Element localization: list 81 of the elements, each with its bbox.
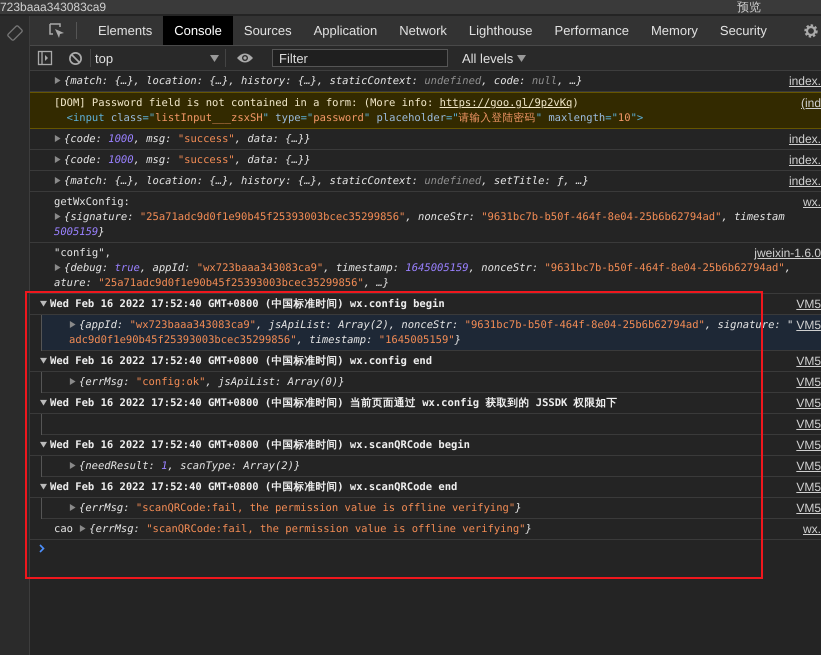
- source-link[interactable]: index.: [788, 132, 821, 147]
- source-link[interactable]: VM5: [796, 375, 821, 390]
- expand-triangle-icon[interactable]: [54, 134, 61, 142]
- panel-tab[interactable]: Memory: [640, 16, 709, 45]
- panel-tab[interactable]: Elements: [87, 16, 164, 45]
- source-link[interactable]: jweixin-1.6.0: [754, 246, 821, 261]
- inspect-icon[interactable]: [48, 22, 66, 40]
- dropdown-icon: [517, 54, 526, 62]
- source-link[interactable]: VM5: [796, 438, 821, 453]
- source-link[interactable]: (ind: [800, 96, 821, 111]
- source-link[interactable]: VM5: [796, 480, 821, 495]
- source-link[interactable]: wx.: [803, 195, 821, 210]
- source-link[interactable]: index.: [788, 153, 821, 168]
- eye-icon[interactable]: [236, 52, 254, 64]
- expand-triangle-icon[interactable]: [79, 524, 86, 532]
- log-text: <input class="listInput___zsxSH" type="password" placeholder="请输入登陆密码" maxlength="10">: [66, 112, 644, 124]
- log-text: getWxConfig:: [54, 196, 130, 208]
- info-link[interactable]: https://goo.gl/9p2vKq: [440, 97, 572, 109]
- prompt-chevron-icon: [39, 544, 45, 553]
- group-title: Wed Feb 16 2022 17:52:40 GMT+0800 (中国标准时间) 当前页面通过 wx.config 获取到的 JSSDK 权限如下: [50, 397, 618, 409]
- group-title: Wed Feb 16 2022 17:52:40 GMT+0800 (中国标准时间) wx.config begin: [50, 298, 445, 310]
- group-title: Wed Feb 16 2022 17:52:40 GMT+0800 (中国标准时间) wx.scanQRCode end: [50, 481, 458, 493]
- source-link[interactable]: VM5: [796, 417, 821, 432]
- log-text: 5005159}: [54, 226, 105, 238]
- collapse-triangle-icon[interactable]: [40, 300, 47, 307]
- source-link[interactable]: VM5: [796, 297, 821, 312]
- source-link[interactable]: VM5: [796, 459, 821, 474]
- url-text: 723baaa343083ca9: [0, 0, 106, 14]
- log-text: {errMsg: "scanQRCode:fail, the permission value is offline verifying"}: [79, 502, 522, 514]
- panel-tab[interactable]: Security: [708, 16, 778, 45]
- clear-console-icon[interactable]: [68, 50, 82, 66]
- expand-triangle-icon[interactable]: [69, 378, 76, 385]
- source-link[interactable]: VM5: [796, 354, 821, 369]
- context-select[interactable]: top: [90, 49, 226, 67]
- expand-triangle-icon[interactable]: [54, 156, 61, 163]
- expand-triangle-icon[interactable]: [54, 176, 61, 184]
- collapse-triangle-icon[interactable]: [40, 440, 47, 448]
- log-text: {debug: true, appId: "wx723baaa343083ca9", timestamp: 1645005159, nonceStr: "9631bc7b-b50f-464f-8e04-25b6b62794ad",: [64, 262, 792, 274]
- panel-tab[interactable]: Lighthouse: [458, 16, 544, 45]
- expand-triangle-icon[interactable]: [69, 320, 76, 328]
- log-text: {errMsg: "config:ok", jsApiList: Array(0)}: [79, 376, 345, 388]
- expand-triangle-icon[interactable]: [54, 264, 61, 271]
- settings-icon[interactable]: [803, 22, 819, 38]
- group-title: Wed Feb 16 2022 17:52:40 GMT+0800 (中国标准时间) wx.config end: [50, 355, 432, 367]
- log-text: {match: {…}, location: {…}, history: {…}, staticContext: undefined, code: null, …}: [64, 75, 582, 87]
- source-link[interactable]: VM5: [796, 396, 821, 411]
- log-text: ature: "25a71adc9d0f1e90b45f25393003bcec35299856", …}: [54, 277, 390, 289]
- panel-tab[interactable]: Application: [302, 16, 388, 45]
- panel-tab[interactable]: Sources: [232, 16, 303, 45]
- log-text: "config",: [54, 247, 111, 259]
- collapse-triangle-icon[interactable]: [40, 398, 47, 406]
- filter-field[interactable]: Filter: [272, 49, 448, 67]
- log-text: cao: [54, 523, 74, 535]
- expand-triangle-icon[interactable]: [54, 212, 61, 220]
- log-levels-dropdown[interactable]: All levels: [462, 50, 526, 66]
- source-link[interactable]: VM5: [796, 318, 821, 333]
- source-link[interactable]: index.: [788, 174, 821, 189]
- source-link[interactable]: VM5: [796, 501, 821, 516]
- log-text: adc9d0f1e90b45f25393003bcec35299856", timestamp: "1645005159"}: [69, 334, 461, 346]
- collapse-triangle-icon[interactable]: [40, 356, 47, 364]
- sidebar-toggle-icon[interactable]: [37, 50, 53, 66]
- expand-triangle-icon[interactable]: [54, 76, 61, 84]
- log-text: {code: 1000, msg: "success", data: {…}}: [64, 154, 311, 166]
- source-link[interactable]: index.: [788, 74, 821, 89]
- rotate-device-icon[interactable]: [6, 25, 22, 41]
- source-link[interactable]: wx.: [803, 522, 821, 537]
- panel-tab[interactable]: Network: [388, 16, 458, 45]
- dropdown-icon: [210, 54, 219, 62]
- expand-triangle-icon[interactable]: [69, 504, 76, 511]
- panel-tab[interactable]: Console: [163, 16, 233, 45]
- expand-triangle-icon[interactable]: [69, 462, 76, 469]
- log-text: {code: 1000, msg: "success", data: {…}}: [64, 133, 311, 145]
- log-text: {signature: "25a71adc9d0f1e90b45f25393003bcec35299856", nonceStr: "9631bc7b-b50f-464f-8e04-25b6b62794ad", timestam: [64, 211, 785, 223]
- log-text: {errMsg: "scanQRCode:fail, the permission value is offline verifying"}: [89, 523, 532, 535]
- log-text: {needResult: 1, scanType: Array(2)}: [79, 460, 300, 472]
- panel-tab[interactable]: Performance: [544, 16, 640, 45]
- log-text: [DOM] Password field is not contained in a form: (More info: https://goo.gl/9p2vKq): [54, 97, 579, 109]
- group-title: Wed Feb 16 2022 17:52:40 GMT+0800 (中国标准时间) wx.scanQRCode begin: [50, 439, 470, 451]
- collapse-triangle-icon[interactable]: [40, 482, 47, 490]
- log-text: {match: {…}, location: {…}, history: {…}, staticContext: undefined, setTitle: ƒ, …}: [64, 175, 589, 187]
- preview-link[interactable]: 预览: [737, 0, 761, 14]
